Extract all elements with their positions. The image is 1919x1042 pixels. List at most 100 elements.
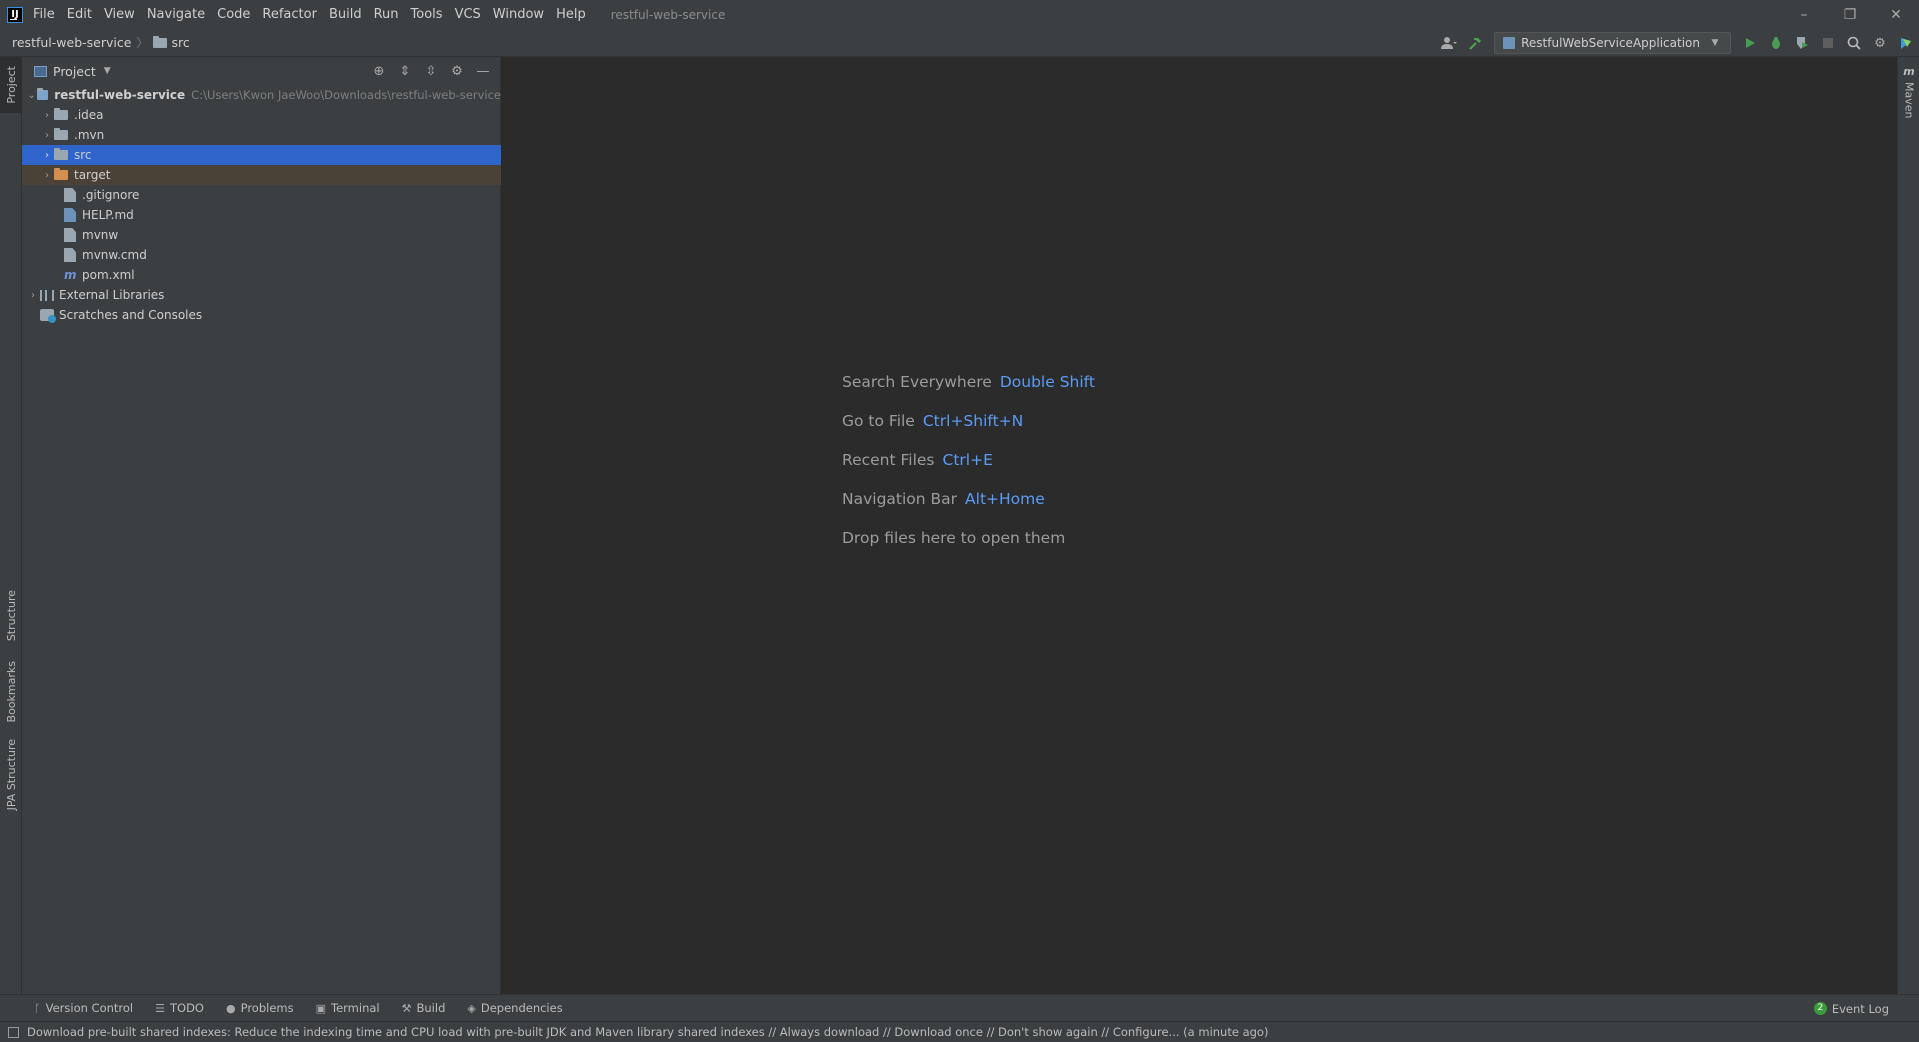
tree-item-idea[interactable]: › .idea bbox=[22, 105, 501, 125]
hint-search-everywhere: Search Everywhere Double Shift bbox=[842, 373, 1095, 412]
menu-file[interactable]: File bbox=[33, 7, 55, 22]
hint-shortcut: Ctrl+Shift+N bbox=[922, 412, 1024, 430]
breadcrumb-separator: 〉 bbox=[136, 36, 149, 50]
maven-icon: m bbox=[1903, 65, 1915, 78]
hint-label: Search Everywhere bbox=[842, 373, 992, 391]
vcs-branch-icon: ᚴ bbox=[34, 1001, 41, 1015]
tree-item-label: mvnw.cmd bbox=[82, 248, 147, 262]
toolbox-icon[interactable] bbox=[1895, 32, 1917, 54]
expand-all-icon[interactable]: ⇕ bbox=[392, 64, 418, 79]
event-count-badge: 2 bbox=[1813, 1002, 1827, 1015]
chevron-down-icon[interactable]: ▼ bbox=[104, 66, 111, 76]
status-message[interactable]: Download pre-built shared indexes: Reduc… bbox=[27, 1025, 1268, 1039]
tree-item-scratches[interactable]: Scratches and Consoles bbox=[22, 305, 501, 325]
stop-icon[interactable] bbox=[1817, 32, 1839, 54]
menu-tools[interactable]: Tools bbox=[411, 7, 443, 22]
run-icon[interactable] bbox=[1739, 32, 1761, 54]
chevron-right-icon[interactable]: › bbox=[26, 290, 40, 301]
gitignore-file-icon bbox=[64, 188, 76, 202]
close-button[interactable]: ✕ bbox=[1873, 0, 1919, 29]
tab-terminal[interactable]: ▣ Terminal bbox=[316, 1001, 380, 1015]
menu-help[interactable]: Help bbox=[556, 7, 586, 22]
menu-run[interactable]: Run bbox=[374, 7, 399, 22]
menu-navigate[interactable]: Navigate bbox=[147, 7, 205, 22]
tab-project[interactable]: Project bbox=[0, 57, 22, 113]
tab-dependencies[interactable]: ◈ Dependencies bbox=[467, 1001, 562, 1015]
menu-vcs[interactable]: VCS bbox=[455, 7, 481, 22]
gear-icon[interactable]: ⚙ bbox=[444, 64, 470, 79]
text-file-icon bbox=[64, 248, 76, 262]
chevron-right-icon[interactable]: › bbox=[40, 110, 54, 121]
tree-item-src[interactable]: › src bbox=[22, 145, 501, 165]
menu-build[interactable]: Build bbox=[329, 7, 362, 22]
tab-label: Problems bbox=[240, 1001, 294, 1015]
tab-version-control[interactable]: ᚴ Version Control bbox=[34, 1001, 133, 1015]
main-toolbar: RestfulWebServiceApplication ▼ ⚙ bbox=[1436, 29, 1919, 57]
status-bar: Download pre-built shared indexes: Reduc… bbox=[0, 1021, 1919, 1042]
tree-item-mvnw-cmd[interactable]: mvnw.cmd bbox=[22, 245, 501, 265]
left-tool-strip: Project Structure Bookmarks JPA Structur… bbox=[0, 57, 22, 994]
locate-file-icon[interactable]: ⊕ bbox=[366, 64, 392, 79]
collapse-all-icon[interactable]: ⇳ bbox=[418, 64, 444, 79]
tree-item-mvnw[interactable]: mvnw bbox=[22, 225, 501, 245]
hint-label: Navigation Bar bbox=[842, 490, 958, 508]
scratches-icon bbox=[40, 309, 56, 323]
menu-edit[interactable]: Edit bbox=[67, 7, 92, 22]
hammer-icon: ⚒ bbox=[401, 1001, 412, 1015]
layers-icon: ◈ bbox=[467, 1001, 476, 1015]
tree-item-mvn[interactable]: › .mvn bbox=[22, 125, 501, 145]
project-view-selector[interactable]: Project bbox=[53, 64, 96, 79]
tree-item-external-libraries[interactable]: › External Libraries bbox=[22, 285, 501, 305]
tree-item-target[interactable]: › target bbox=[22, 165, 501, 185]
breadcrumb-src[interactable]: src bbox=[171, 35, 189, 50]
tab-structure[interactable]: Structure bbox=[0, 585, 22, 647]
tree-item-gitignore[interactable]: .gitignore bbox=[22, 185, 501, 205]
terminal-icon: ▣ bbox=[315, 1001, 327, 1015]
tab-bookmarks[interactable]: Bookmarks bbox=[0, 657, 22, 727]
tree-item-pom-xml[interactable]: m pom.xml bbox=[22, 265, 501, 285]
chevron-right-icon[interactable]: › bbox=[40, 130, 54, 141]
chevron-right-icon[interactable]: › bbox=[40, 150, 54, 161]
tree-item-label: target bbox=[74, 168, 111, 182]
tree-item-help-md[interactable]: HELP.md bbox=[22, 205, 501, 225]
menu-window[interactable]: Window bbox=[493, 7, 544, 22]
restore-button[interactable]: ❐ bbox=[1827, 0, 1873, 29]
tab-problems[interactable]: ● Problems bbox=[226, 1001, 294, 1015]
hint-shortcut: Double Shift bbox=[999, 373, 1095, 391]
run-configuration-select[interactable]: RestfulWebServiceApplication ▼ bbox=[1494, 32, 1731, 54]
tree-item-label: HELP.md bbox=[82, 208, 134, 222]
tab-todo[interactable]: ☰ TODO bbox=[155, 1001, 204, 1015]
search-icon[interactable] bbox=[1843, 32, 1865, 54]
hammer-icon[interactable] bbox=[1464, 32, 1486, 54]
tab-event-log[interactable]: 2 Event Log bbox=[1813, 995, 1889, 1022]
chevron-down-icon[interactable]: ⌄ bbox=[26, 90, 37, 101]
menu-code[interactable]: Code bbox=[217, 7, 250, 22]
breadcrumb-project[interactable]: restful-web-service bbox=[12, 35, 131, 50]
minimize-button[interactable]: – bbox=[1781, 0, 1827, 29]
tab-build[interactable]: ⚒ Build bbox=[402, 1001, 446, 1015]
editor-area[interactable]: Search Everywhere Double Shift Go to File… bbox=[502, 57, 1897, 994]
status-toggle-icon[interactable] bbox=[8, 1026, 19, 1038]
tree-item-project-root[interactable]: ⌄ restful-web-service C:\Users\Kwon JaeW… bbox=[22, 85, 501, 105]
hide-panel-icon[interactable]: — bbox=[470, 64, 496, 79]
menu-refactor[interactable]: Refactor bbox=[262, 7, 317, 22]
right-tool-strip: m Maven bbox=[1897, 57, 1919, 994]
tab-label: Terminal bbox=[331, 1001, 380, 1015]
tree-item-label: mvnw bbox=[82, 228, 119, 242]
coverage-icon[interactable] bbox=[1791, 32, 1813, 54]
gear-icon[interactable]: ⚙ bbox=[1869, 32, 1891, 54]
user-icon[interactable] bbox=[1438, 32, 1460, 54]
intellij-logo-icon[interactable]: IJ bbox=[7, 6, 23, 23]
menu-view[interactable]: View bbox=[104, 7, 135, 22]
excluded-folder-icon bbox=[54, 168, 68, 180]
tab-jpa-structure[interactable]: JPA Structure bbox=[0, 735, 22, 815]
shell-script-icon bbox=[64, 228, 76, 242]
chevron-right-icon[interactable]: › bbox=[40, 170, 54, 181]
tab-maven[interactable]: m Maven bbox=[1898, 65, 1919, 118]
title-bar: IJ File Edit View Navigate Code Refactor… bbox=[0, 0, 1919, 29]
tree-item-label: .gitignore bbox=[82, 188, 140, 202]
folder-icon bbox=[54, 148, 68, 160]
window-title: restful-web-service bbox=[610, 7, 726, 22]
tab-label: Version Control bbox=[45, 1001, 134, 1015]
debug-icon[interactable] bbox=[1765, 32, 1787, 54]
